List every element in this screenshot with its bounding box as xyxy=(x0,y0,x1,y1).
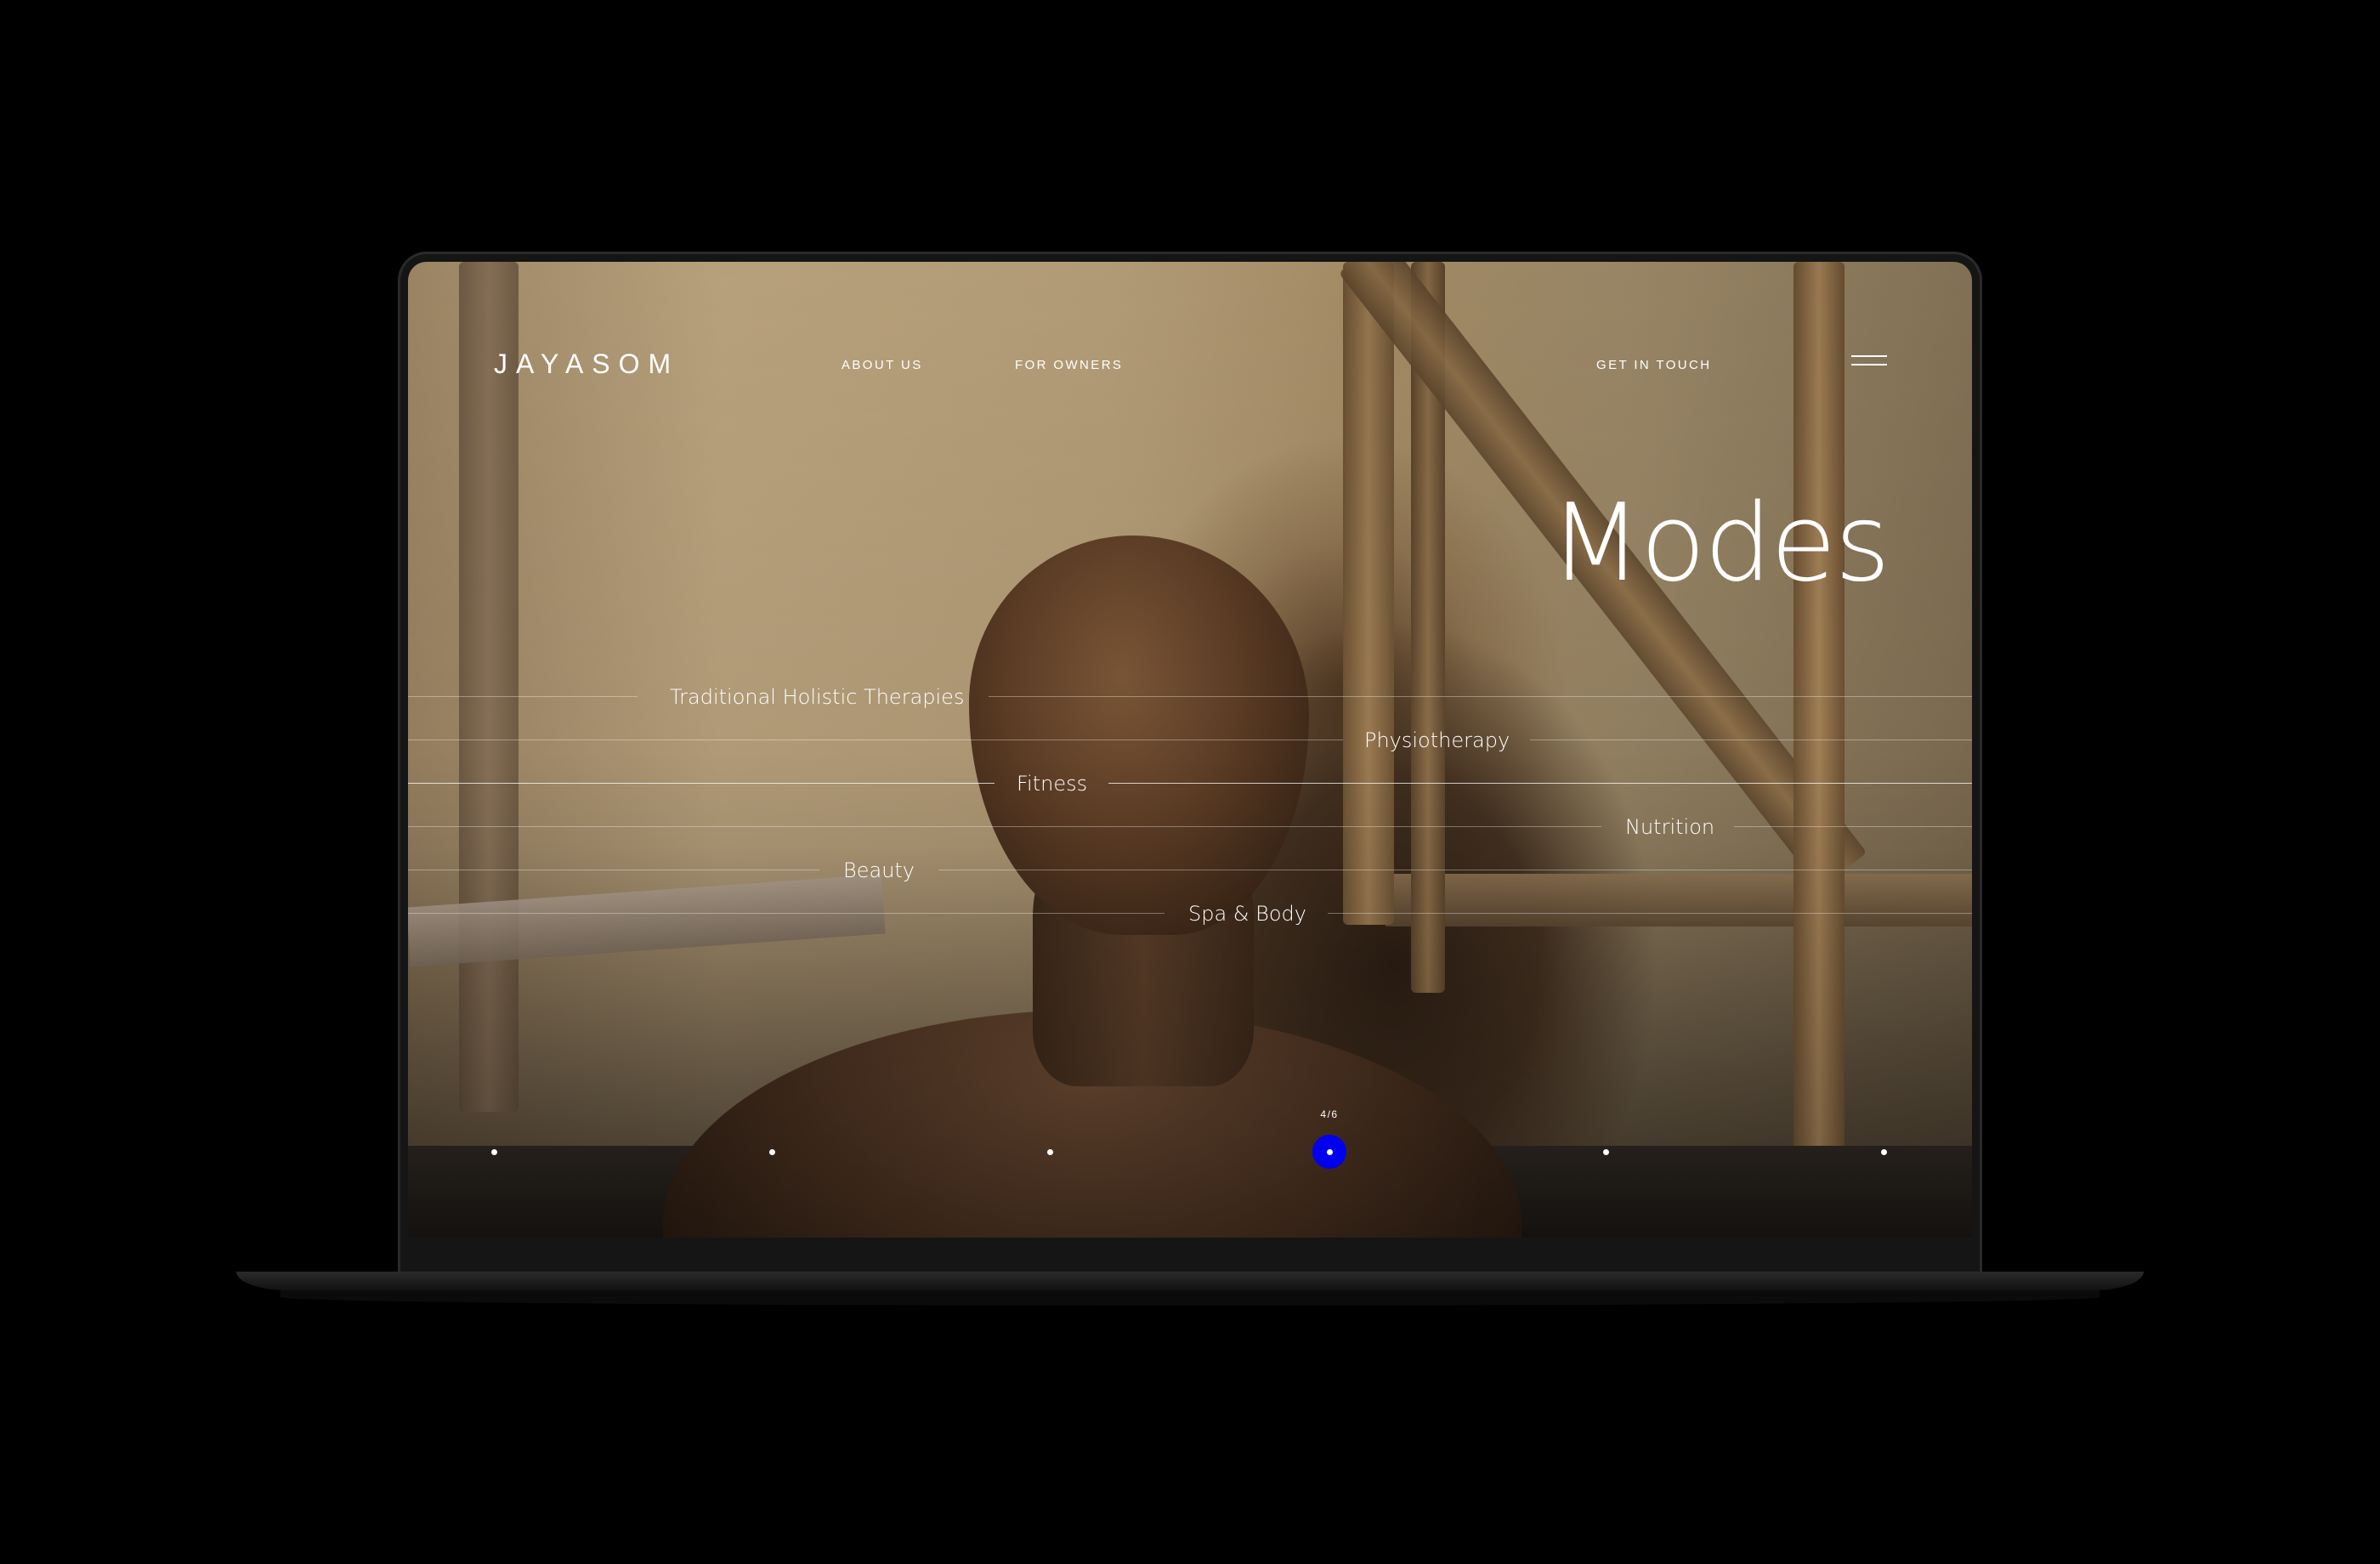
mode-row-traditional-holistic-therapies[interactable]: Traditional Holistic Therapies xyxy=(408,680,1972,714)
mode-label[interactable]: Nutrition xyxy=(1625,810,1714,844)
laptop-base xyxy=(236,1272,2144,1290)
site-logo[interactable]: JAYASOM xyxy=(494,348,679,380)
mode-label[interactable]: Physiotherapy xyxy=(1364,723,1510,757)
mode-divider xyxy=(408,696,638,697)
pager-dot-2[interactable] xyxy=(769,1149,775,1155)
mode-row-physiotherapy[interactable]: Physiotherapy xyxy=(408,723,1972,757)
mode-divider xyxy=(1108,783,1972,784)
nav-link-for-owners[interactable]: FOR OWNERS xyxy=(1015,358,1123,372)
pager-dot-5[interactable] xyxy=(1603,1149,1609,1155)
pager-counter: 4/6 xyxy=(1320,1108,1339,1120)
mode-label[interactable]: Fitness xyxy=(1017,767,1087,801)
page-title: Modes xyxy=(1550,480,1890,605)
mode-row-beauty[interactable]: Beauty xyxy=(408,853,1972,887)
nav-link-get-in-touch[interactable]: GET IN TOUCH xyxy=(1596,358,1712,372)
pager-dot-6[interactable] xyxy=(1881,1149,1887,1155)
mode-label[interactable]: Traditional Holistic Therapies xyxy=(670,680,964,714)
laptop-base-shadow xyxy=(280,1289,2100,1306)
mode-row-nutrition[interactable]: Nutrition xyxy=(408,810,1972,844)
mode-divider xyxy=(408,913,1164,914)
pager-dot-1[interactable] xyxy=(491,1149,497,1155)
mode-divider xyxy=(1734,826,1972,827)
hamburger-menu-icon[interactable] xyxy=(1851,355,1887,367)
pager-dot-4-active[interactable] xyxy=(1312,1135,1346,1169)
mode-row-spa-and-body[interactable]: Spa & Body xyxy=(408,897,1972,931)
mode-label[interactable]: Spa & Body xyxy=(1188,897,1306,931)
pager-active-dot-icon xyxy=(1326,1148,1333,1155)
mode-divider xyxy=(1328,913,1972,914)
mode-divider xyxy=(408,826,1601,827)
mode-divider xyxy=(989,696,1972,697)
mode-divider xyxy=(408,783,994,784)
nav-link-about-us[interactable]: ABOUT US xyxy=(842,358,923,372)
pager-dot-3[interactable] xyxy=(1047,1149,1053,1155)
mode-row-fitness[interactable]: Fitness xyxy=(408,767,1972,801)
mode-label[interactable]: Beauty xyxy=(843,853,915,887)
browser-viewport: JAYASOM ABOUT US FOR OWNERS GET IN TOUCH… xyxy=(408,262,1972,1238)
